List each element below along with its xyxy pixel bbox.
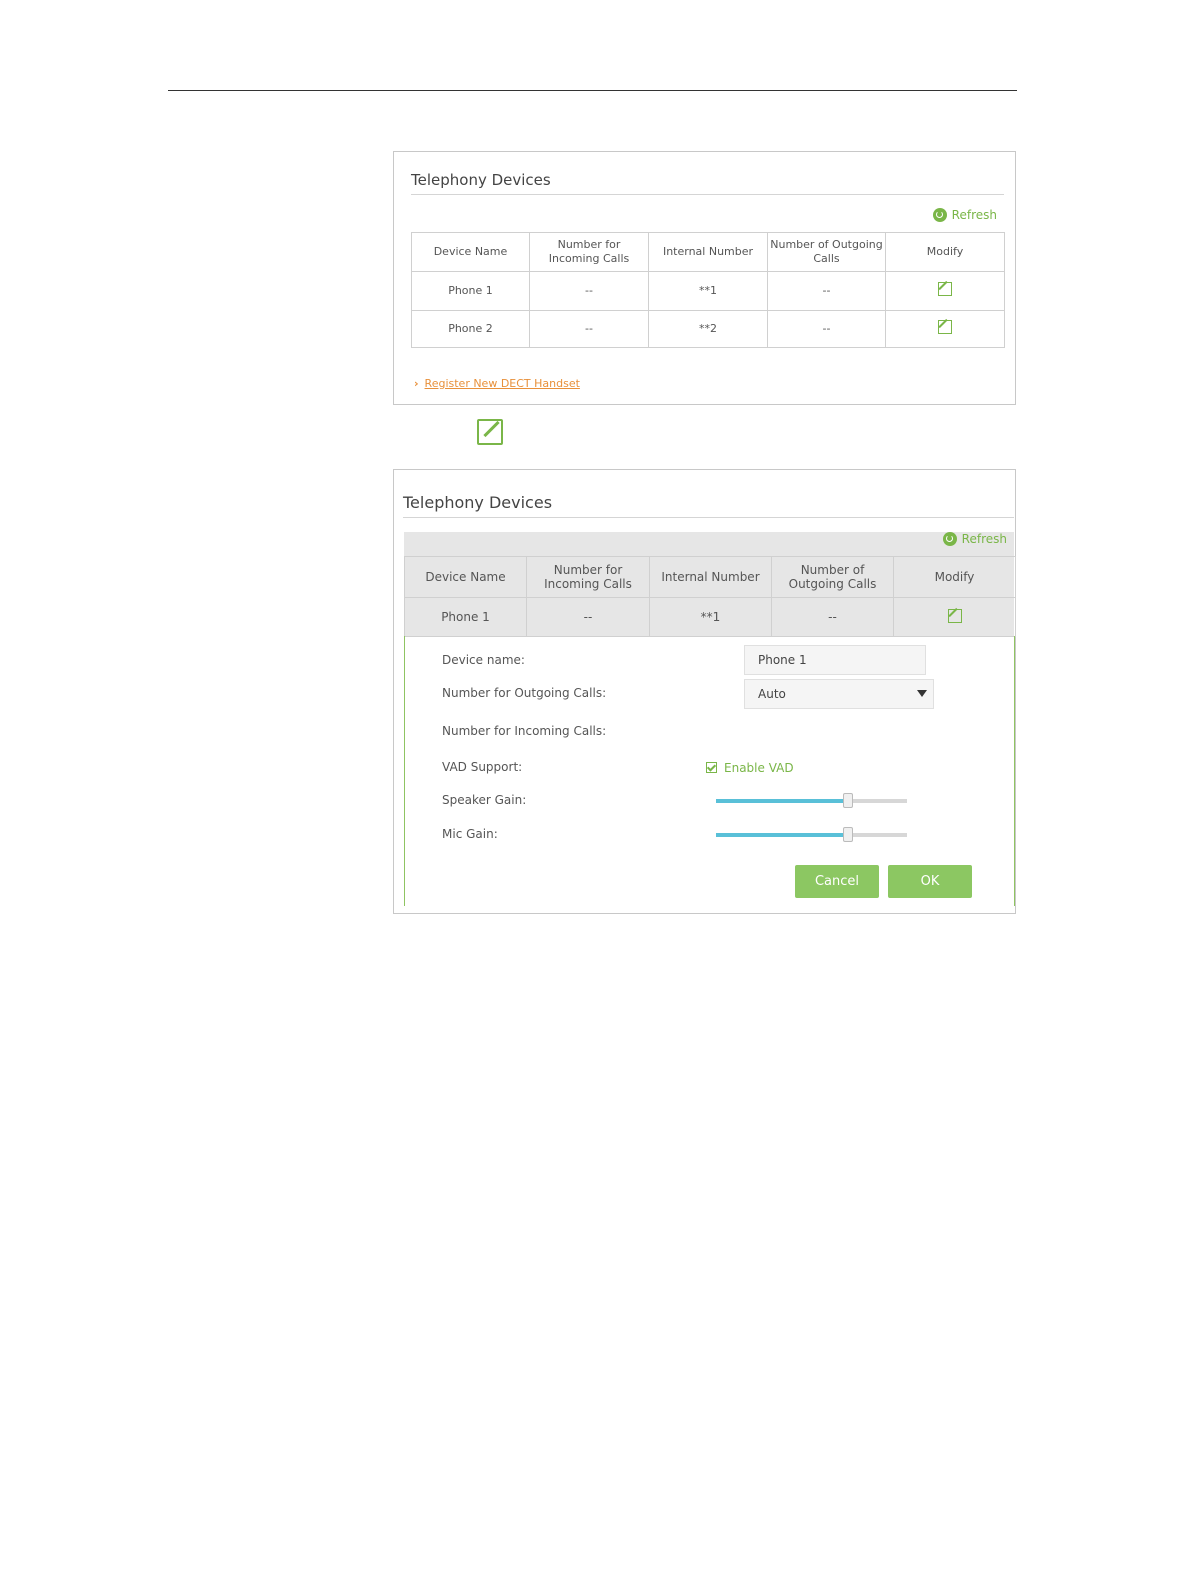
cell-outgoing: -- [767, 310, 886, 348]
cell-modify [893, 597, 1016, 637]
mic-gain-slider[interactable] [716, 827, 907, 842]
cell-incoming: -- [529, 310, 649, 348]
table-row: Phone 1 -- **1 -- [404, 597, 1016, 637]
register-handset-link[interactable]: › Register New DECT Handset [414, 377, 580, 390]
slider-fill [716, 833, 848, 837]
cancel-button[interactable]: Cancel [795, 865, 879, 898]
enable-vad-checkbox[interactable] [706, 762, 717, 773]
enable-vad-label: Enable VAD [724, 761, 794, 775]
devices-table: Device Name Number for Incoming Calls In… [411, 232, 1005, 348]
panel-title: Telephony Devices [411, 171, 551, 189]
telephony-devices-edit-panel: Telephony Devices Refresh Device Name Nu… [393, 469, 1016, 914]
table-header-row: Device Name Number for Incoming Calls In… [411, 232, 1005, 272]
incoming-calls-label: Number for Incoming Calls: [442, 724, 607, 738]
speaker-gain-slider[interactable] [716, 793, 907, 808]
header-device-name: Device Name [404, 556, 527, 598]
telephony-devices-panel: Telephony Devices Refresh Device Name Nu… [393, 151, 1016, 405]
cell-incoming: -- [526, 597, 650, 637]
edit-icon [477, 419, 503, 445]
header-device-name: Device Name [411, 232, 530, 272]
table-header-row: Device Name Number for Incoming Calls In… [404, 556, 1016, 598]
cell-internal: **1 [648, 271, 768, 311]
table-row: Phone 1 -- **1 -- [411, 271, 1005, 311]
panel-title: Telephony Devices [403, 493, 553, 512]
cell-outgoing: -- [767, 271, 886, 311]
header-outgoing-calls: Number of Outgoing Calls [771, 556, 894, 598]
chevron-down-icon [917, 690, 927, 697]
header-outgoing-calls: Number of Outgoing Calls [767, 232, 886, 272]
cell-modify [885, 271, 1005, 311]
slider-fill [716, 799, 848, 803]
edit-icon[interactable] [938, 282, 952, 296]
register-handset-label: Register New DECT Handset [424, 377, 580, 390]
table-row: Phone 2 -- **2 -- [411, 310, 1005, 348]
cell-internal: **1 [649, 597, 772, 637]
cell-internal: **2 [648, 310, 768, 348]
header-incoming-calls: Number for Incoming Calls [529, 232, 649, 272]
refresh-button[interactable]: Refresh [932, 208, 997, 222]
slider-thumb[interactable] [842, 793, 853, 808]
edit-icon[interactable] [938, 320, 952, 334]
page-top-rule [168, 90, 1017, 91]
cell-outgoing: -- [771, 597, 894, 637]
device-name-label: Device name: [442, 653, 525, 667]
refresh-label: Refresh [961, 532, 1007, 546]
header-modify: Modify [893, 556, 1016, 598]
cell-device-name: Phone 2 [411, 310, 530, 348]
outgoing-calls-label: Number for Outgoing Calls: [442, 686, 607, 700]
outgoing-calls-value: Auto [758, 687, 786, 701]
outgoing-calls-select[interactable]: Auto [744, 679, 934, 709]
cell-device-name: Phone 1 [404, 597, 527, 637]
edit-icon[interactable] [947, 608, 962, 623]
vad-support-label: VAD Support: [442, 760, 523, 774]
chevron-right-icon: › [414, 377, 419, 390]
header-internal-number: Internal Number [648, 232, 768, 272]
refresh-icon [932, 208, 947, 222]
refresh-button[interactable]: Refresh [942, 532, 1007, 546]
speaker-gain-label: Speaker Gain: [442, 793, 527, 807]
title-divider [403, 517, 1014, 518]
mic-gain-label: Mic Gain: [442, 827, 498, 841]
header-internal-number: Internal Number [649, 556, 772, 598]
header-incoming-calls: Number for Incoming Calls [526, 556, 650, 598]
cell-incoming: -- [529, 271, 649, 311]
devices-table: Device Name Number for Incoming Calls In… [404, 556, 1016, 637]
title-divider [411, 194, 1004, 195]
cell-modify [885, 310, 1005, 348]
cell-device-name: Phone 1 [411, 271, 530, 311]
header-modify: Modify [885, 232, 1005, 272]
refresh-label: Refresh [951, 208, 997, 222]
ok-button[interactable]: OK [888, 865, 972, 898]
slider-thumb[interactable] [842, 827, 853, 842]
device-name-input[interactable]: Phone 1 [744, 645, 926, 675]
refresh-icon [942, 532, 957, 546]
